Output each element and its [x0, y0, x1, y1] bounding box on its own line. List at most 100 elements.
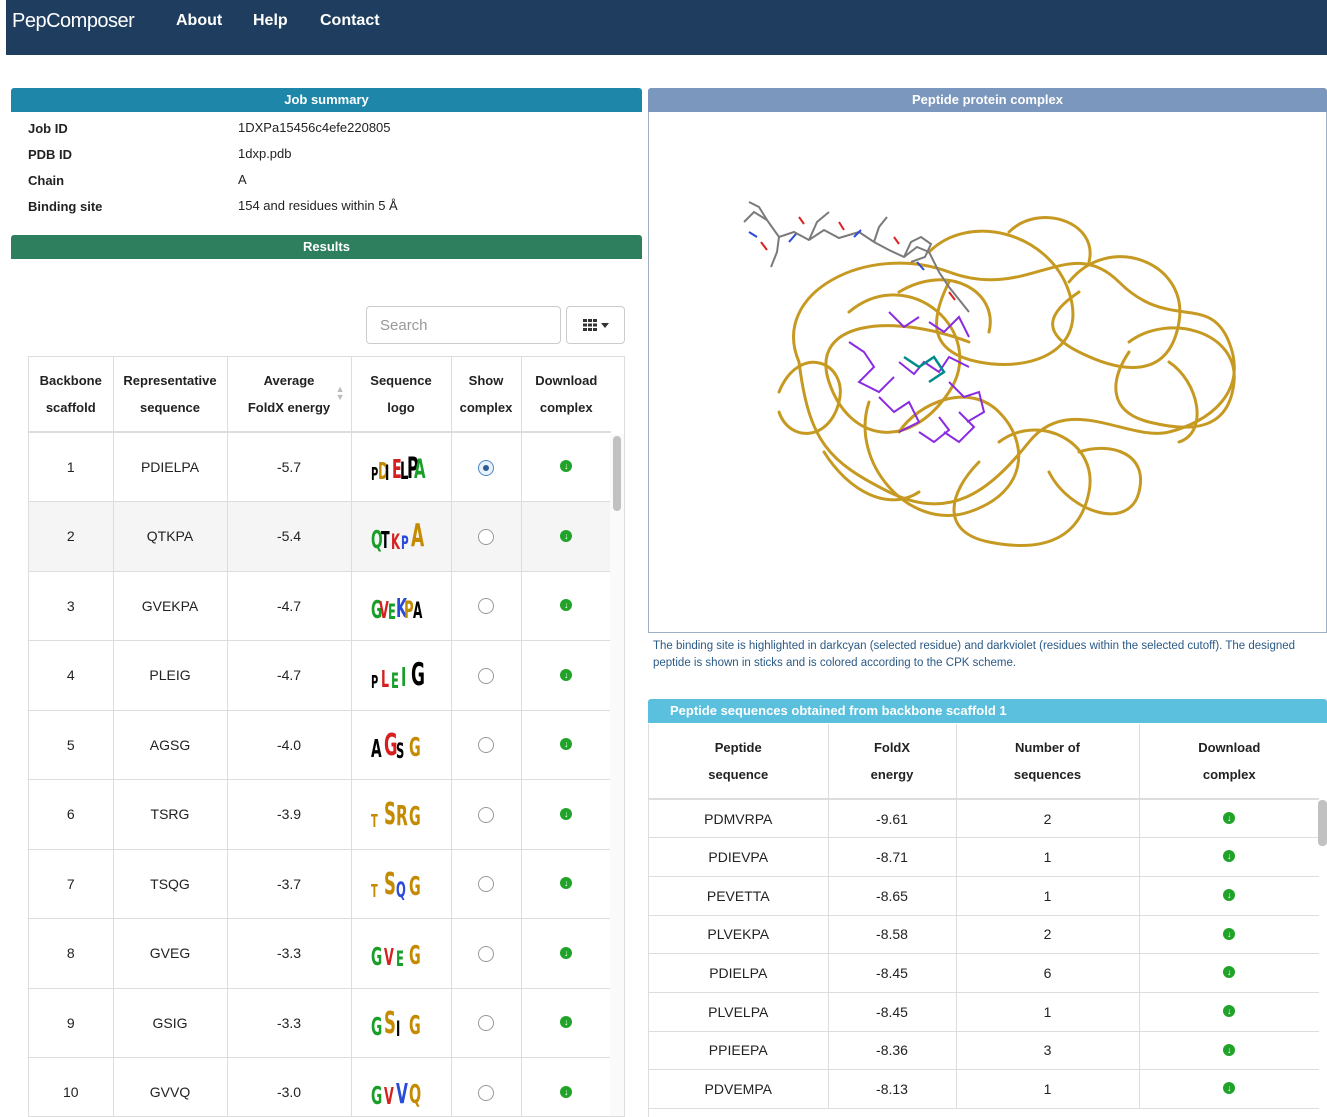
cell-sequence: GVVQ [113, 1057, 228, 1116]
table-row[interactable]: PDVEMPA -8.13 1 ↓ [649, 1069, 1319, 1109]
show-complex-radio[interactable] [478, 876, 494, 893]
download-circle-icon[interactable]: ↓ [560, 529, 573, 542]
chain-value: A [238, 172, 247, 187]
header-show-complex: Show complex [451, 357, 522, 433]
download-circle-icon[interactable]: ↓ [1223, 927, 1236, 940]
cell-download: ↓ [1139, 1069, 1319, 1109]
columns-toggle-button[interactable] [566, 306, 625, 344]
cell-sequence: QTKPA [113, 501, 228, 572]
show-complex-radio[interactable] [478, 806, 494, 823]
table-row[interactable]: 2 QTKPA -5.4 Q T K P A ↓ [29, 501, 611, 572]
pdb-id-value: 1dxp.pdb [238, 146, 292, 161]
cell-scaffold: 3 [29, 571, 114, 641]
cell-scaffold: 4 [29, 640, 114, 711]
cell-logo: PDIELPA [351, 432, 452, 502]
cell-download: ↓ [1139, 915, 1319, 955]
download-circle-icon[interactable]: ↓ [560, 460, 573, 473]
show-complex-radio[interactable] [478, 737, 494, 754]
show-complex-radio[interactable] [478, 1084, 494, 1101]
download-circle-icon[interactable]: ↓ [1223, 966, 1236, 979]
table-row[interactable]: 1 PDIELPA -5.7 P D I E L P A ↓ [29, 432, 611, 502]
table-row[interactable]: 5 AGSG -4.0 A G S G ↓ [29, 710, 611, 780]
download-circle-icon[interactable]: ↓ [560, 738, 573, 751]
header-representative-sequence[interactable]: Representative sequence [113, 357, 228, 433]
show-complex-radio[interactable] [478, 459, 494, 476]
sequences-scrollbar-thumb[interactable] [1318, 800, 1327, 846]
cell-peptide-sequence: PDIELPA [649, 953, 829, 993]
sort-icon: ▲ ▼ [335, 384, 345, 402]
cell-foldx-energy: -8.71 [828, 837, 957, 877]
download-circle-icon[interactable]: ↓ [560, 877, 573, 890]
nav-about-link[interactable]: About [176, 12, 222, 30]
download-circle-icon[interactable]: ↓ [560, 668, 573, 681]
cell-sequence-count: 1 [956, 837, 1140, 877]
download-circle-icon[interactable]: ↓ [1223, 811, 1236, 824]
table-row[interactable]: 6 TSRG -3.9 T S R G ↓ [29, 779, 611, 850]
cell-foldx-energy: -8.13 [828, 1069, 957, 1109]
cell-download: ↓ [521, 918, 611, 989]
cell-energy: -5.4 [227, 501, 352, 572]
cell-download: ↓ [1139, 876, 1319, 916]
cell-peptide-sequence: PDVEMPA [649, 1069, 829, 1109]
brand-logo[interactable]: PepComposer [12, 10, 135, 33]
download-circle-icon[interactable]: ↓ [560, 946, 573, 959]
table-row[interactable]: 4 PLEIG -4.7 P L E I G ↓ [29, 640, 611, 711]
table-row[interactable]: PLVELPA -8.45 1 ↓ [649, 992, 1319, 1032]
cell-logo: QTKPA [351, 501, 452, 572]
header-download-complex: Download complex [521, 357, 611, 433]
cell-sequence-count: 1 [956, 876, 1140, 916]
table-row[interactable]: PPIEEPA -8.36 3 ↓ [649, 1031, 1319, 1071]
header-sequence-logo: Sequence logo [351, 357, 452, 433]
cell-sequence: GVEG [113, 918, 228, 989]
table-row[interactable]: PLVEKPA -8.58 2 ↓ [649, 915, 1319, 955]
show-complex-radio[interactable] [478, 667, 494, 684]
download-circle-icon[interactable]: ↓ [1223, 1043, 1236, 1056]
download-circle-icon[interactable]: ↓ [560, 1016, 573, 1029]
download-circle-icon[interactable]: ↓ [1223, 1082, 1236, 1095]
cell-peptide-sequence: PEVETTA [649, 876, 829, 916]
header-foldx-energy[interactable]: FoldX energy [828, 724, 957, 800]
table-row[interactable]: 10 GVVQ -3.0 G V V Q ↓ [29, 1057, 611, 1116]
download-circle-icon[interactable]: ↓ [560, 1085, 573, 1098]
show-complex-radio[interactable] [478, 1015, 494, 1032]
show-complex-radio[interactable] [478, 598, 494, 615]
table-row[interactable]: 3 GVEKPA -4.7 G V E K P A ↓ [29, 571, 611, 641]
download-circle-icon[interactable]: ↓ [560, 599, 573, 612]
table-row[interactable]: PDMVRPA -9.61 2 ↓ [649, 799, 1319, 839]
job-summary-header: Job summary [11, 88, 642, 112]
table-row[interactable]: 8 GVEG -3.3 G V E G ↓ [29, 918, 611, 989]
download-circle-icon[interactable]: ↓ [560, 807, 573, 820]
binding-site-value: 154 and residues within 5 Å [238, 198, 398, 213]
cell-show-complex [451, 988, 522, 1058]
cell-show-complex [451, 710, 522, 780]
nav-help-link[interactable]: Help [253, 12, 288, 30]
table-row[interactable]: PDIEVPA -8.71 1 ↓ [649, 837, 1319, 877]
table-row[interactable]: PEVETTA -8.65 1 ↓ [649, 876, 1319, 916]
sequence-logo-image: GVEKPA [371, 593, 423, 624]
show-complex-radio[interactable] [478, 945, 494, 962]
header-average-foldx-energy[interactable]: Average FoldX energy ▲ ▼ [227, 357, 352, 433]
table-row[interactable]: PDIELPA -8.45 6 ↓ [649, 953, 1319, 993]
header-peptide-sequence[interactable]: Peptide sequence [649, 724, 829, 800]
cell-logo: GVVQ [351, 1057, 452, 1116]
show-complex-radio[interactable] [478, 528, 494, 545]
download-circle-icon[interactable]: ↓ [1223, 1005, 1236, 1018]
scaffold-sequences-container: Peptide sequence FoldX energy Number of seq… [648, 724, 1327, 1117]
table-row[interactable]: 7 TSQG -3.7 T S Q G ↓ [29, 849, 611, 919]
nav-contact-link[interactable]: Contact [320, 12, 380, 30]
results-scrollbar-track[interactable] [610, 434, 624, 1116]
header-number-of-sequences[interactable]: Number of sequences [956, 724, 1140, 800]
cell-energy: -3.3 [227, 918, 352, 989]
protein-ribbon [777, 216, 1236, 547]
cell-foldx-energy: -8.45 [828, 953, 957, 993]
download-circle-icon[interactable]: ↓ [1223, 889, 1236, 902]
cell-sequence: TSRG [113, 779, 228, 850]
molecule-viewer[interactable] [648, 112, 1327, 633]
cell-logo: PLEIG [351, 640, 452, 711]
download-circle-icon[interactable]: ↓ [1223, 850, 1236, 863]
table-row[interactable]: 9 GSIG -3.3 G S I G ↓ [29, 988, 611, 1058]
search-input[interactable] [366, 306, 561, 344]
results-scrollbar-thumb[interactable] [613, 436, 621, 511]
header-backbone-scaffold[interactable]: Backbone scaffold [29, 357, 114, 433]
cell-show-complex [451, 918, 522, 989]
